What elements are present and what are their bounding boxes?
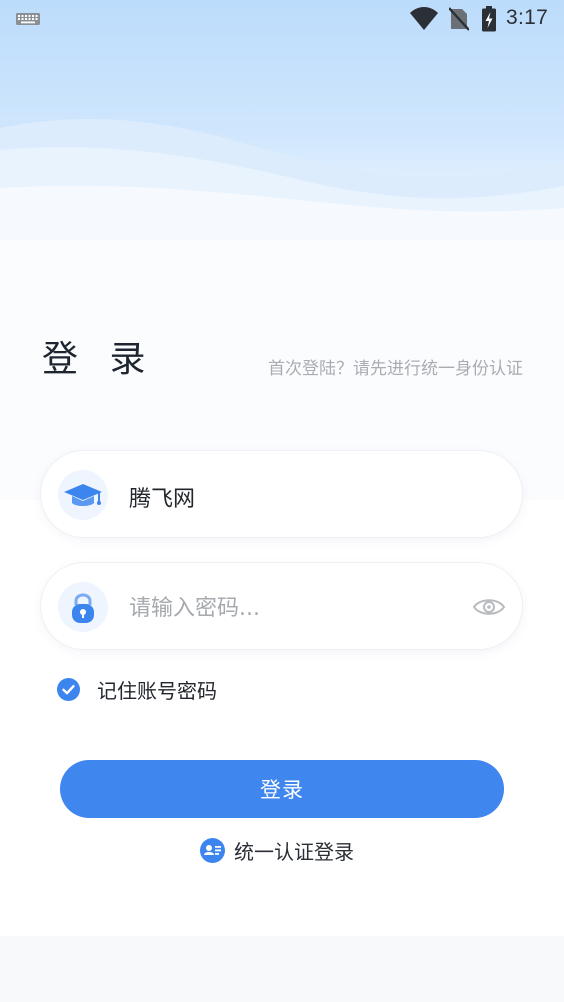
graduation-cap-icon — [58, 470, 108, 520]
login-button[interactable]: 登录 — [60, 760, 504, 818]
header-wave-decoration — [0, 118, 564, 240]
school-selector[interactable]: 腾飞网 — [40, 450, 523, 538]
status-time: 3:17 — [506, 6, 549, 29]
status-bar: 3:17 — [0, 0, 564, 38]
first-login-hint-link[interactable]: 首次登陆？请先进行统一身份认证 — [268, 354, 523, 379]
id-card-icon — [200, 837, 225, 863]
login-screen: 3:17 登 录 首次登陆？请先进行统一身份认证 腾飞网 记住账号密码 登录 统… — [0, 0, 564, 1002]
keyboard-icon — [16, 13, 40, 25]
wifi-icon — [410, 7, 438, 30]
password-input[interactable] — [127, 587, 461, 629]
checkbox-checked-icon — [57, 677, 80, 701]
bottom-band — [0, 936, 564, 1002]
remember-password-checkbox[interactable]: 记住账号密码 — [57, 676, 217, 703]
unified-login-link[interactable]: 统一认证登录 — [200, 836, 354, 864]
eye-icon[interactable] — [472, 593, 506, 621]
password-field — [40, 562, 523, 650]
battery-charging-icon — [482, 6, 496, 32]
unified-login-label: 统一认证登录 — [234, 839, 354, 864]
school-name: 腾飞网 — [129, 487, 196, 512]
lock-icon — [58, 582, 108, 632]
remember-password-label: 记住账号密码 — [97, 678, 217, 703]
no-sim-icon — [449, 7, 469, 31]
page-title: 登 录 — [42, 339, 156, 380]
